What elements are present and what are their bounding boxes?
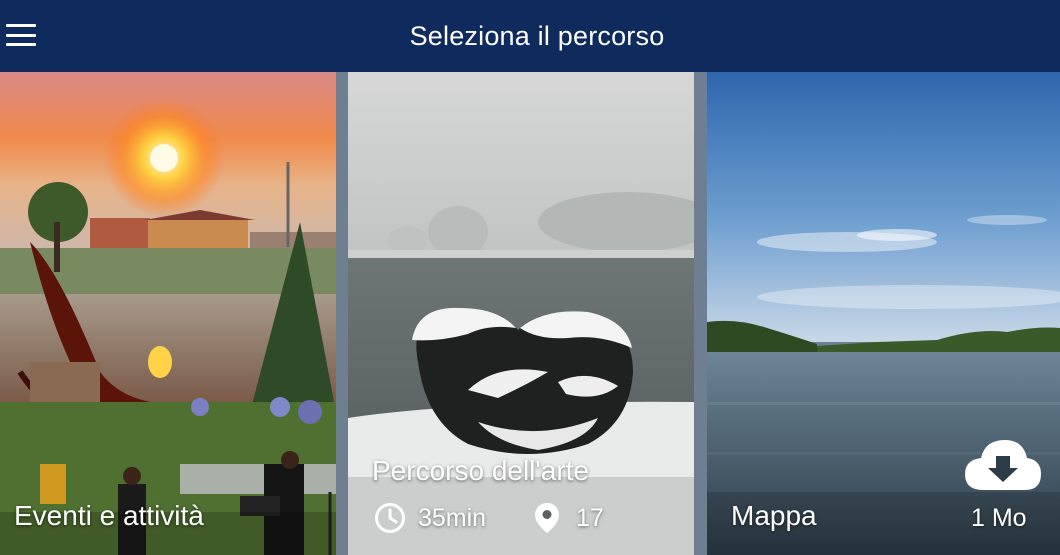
download-size: 1 Mo xyxy=(971,504,1027,532)
page-title: Seleziona il percorso xyxy=(409,20,665,51)
route-cards: Eventi e attività Percorso dell'arte 35m… xyxy=(0,72,1060,555)
hamburger-menu-icon[interactable] xyxy=(6,22,36,48)
route-duration: 35min xyxy=(374,502,486,534)
map-pin-icon xyxy=(535,503,559,533)
card-map-label: Mappa xyxy=(731,500,817,531)
card-art-route[interactable]: Percorso dell'arte 35min 17 xyxy=(348,72,694,555)
route-stops: 17 xyxy=(534,502,604,534)
route-duration-value: 35min xyxy=(418,503,487,532)
cloud-download-icon[interactable] xyxy=(963,436,1043,496)
card-art-label: Percorso dell'arte xyxy=(372,455,589,486)
card-map[interactable]: Mappa 1 Mo xyxy=(707,72,1060,555)
card-events[interactable]: Eventi e attività xyxy=(0,72,336,555)
clock-icon xyxy=(375,503,405,533)
app-header: Seleziona il percorso xyxy=(0,0,1060,72)
card-events-label: Eventi e attività xyxy=(14,500,204,531)
route-stops-value: 17 xyxy=(576,503,604,532)
sunset-lake-photo xyxy=(0,72,336,555)
